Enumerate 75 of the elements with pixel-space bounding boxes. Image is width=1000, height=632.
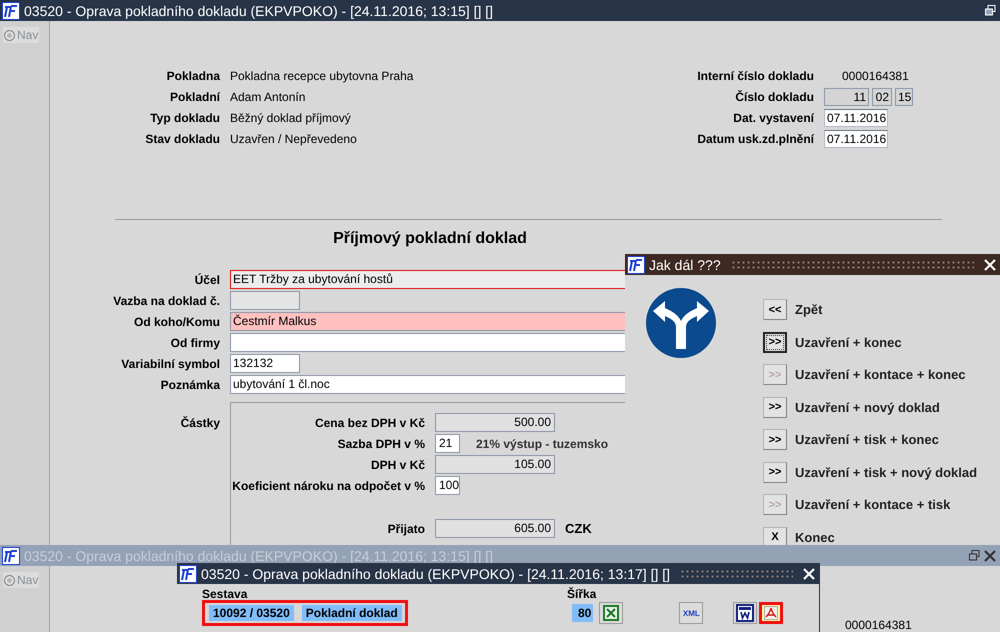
- field-label: Vazba na doklad č.: [112, 294, 220, 308]
- field-value: Běžný doklad příjmový: [230, 111, 352, 125]
- input-field[interactable]: [230, 291, 300, 310]
- field-label: Od koho/Komu: [133, 314, 220, 328]
- app-logo-icon: [627, 256, 645, 274]
- dialog-title: Jak dál ???: [649, 256, 721, 272]
- action-button[interactable]: >>: [763, 429, 787, 450]
- window-title: 03520 - Oprava pokladního dokladu (EKPVPOKO) - [24.11.2016; 13:15] [] []: [24, 2, 494, 18]
- table-cell: 80: [572, 604, 594, 622]
- field-label: Pokladna: [166, 69, 220, 83]
- number-field[interactable]: 02: [872, 88, 892, 106]
- field-label: Cena bez DPH v Kč: [314, 416, 425, 430]
- field-value: 0000164381: [841, 69, 909, 83]
- date-field[interactable]: 07.11.2016: [824, 109, 888, 127]
- export-button[interactable]: [733, 602, 758, 624]
- pdf-icon: [764, 606, 778, 620]
- table-cell: Pokladní doklad: [302, 605, 402, 621]
- window-title: 03520 - Oprava pokladního dokladu (EKPVPOKO) - [24.11.2016; 13:17] [] []: [201, 566, 670, 582]
- vat-note: 21% výstup - tuzemsko: [476, 436, 608, 450]
- amount-field[interactable]: 100: [435, 476, 460, 495]
- action-button[interactable]: >>: [763, 462, 787, 482]
- field-label: Poznámka: [160, 378, 220, 392]
- app-logo-icon: [2, 2, 20, 20]
- amount-field[interactable]: 21: [435, 434, 460, 453]
- action-label: Uzavření + konec: [795, 334, 902, 350]
- amount-field[interactable]: 500.00: [435, 413, 555, 432]
- field-label: Od firmy: [170, 336, 220, 350]
- field-value: Pokladna recepce ubytovna Praha: [230, 69, 414, 83]
- action-button[interactable]: <<: [763, 299, 787, 320]
- currency-label: CZK: [565, 521, 592, 536]
- action-label: Uzavření + tisk + konec: [795, 432, 939, 447]
- field-label: Účel: [194, 272, 220, 286]
- app-logo-icon: [179, 564, 197, 582]
- xml-label: XML: [682, 608, 700, 618]
- action-label: Uzavření + kontace + tisk: [795, 497, 950, 512]
- field-label: Stav dokladu: [144, 132, 220, 146]
- input-field[interactable]: 132132: [230, 354, 300, 373]
- form-title: Příjmový pokladní doklad: [332, 230, 528, 248]
- field-value: Adam Antonín: [230, 90, 306, 104]
- column-header: Sestava: [202, 587, 248, 601]
- action-button[interactable]: >>: [763, 396, 787, 418]
- xml-export-button[interactable]: XML: [679, 602, 704, 624]
- number-field[interactable]: 15: [895, 88, 913, 106]
- restore-icon[interactable]: [985, 5, 996, 16]
- action-label: Zpět: [795, 302, 822, 317]
- table-cell: 10092 / 03520: [209, 605, 294, 621]
- field-label: Pokladní: [168, 90, 220, 104]
- document-icon: [736, 604, 754, 622]
- field-value: 0000164381: [845, 618, 912, 632]
- spreadsheet-icon: [603, 605, 620, 621]
- action-button[interactable]: >>: [763, 332, 787, 352]
- field-label: Sazba DPH v %: [338, 436, 425, 450]
- number-field[interactable]: 11: [824, 88, 869, 106]
- action-label: Konec: [795, 530, 835, 544]
- field-label: Datum usk.zd.plnění: [696, 132, 814, 146]
- column-header: Šířka: [567, 587, 596, 601]
- app-logo-icon: [2, 546, 20, 564]
- field-label: Dat. vystavení: [732, 111, 814, 125]
- field-value: Uzavřen / Nepřevedeno: [230, 132, 358, 146]
- amount-field[interactable]: 105.00: [435, 455, 555, 474]
- field-label: Číslo dokladu: [734, 90, 814, 104]
- field-label: Přijato: [388, 522, 425, 536]
- amount-field[interactable]: 605.00: [435, 519, 555, 538]
- field-label: Variabilní symbol: [120, 356, 220, 370]
- fork-arrow-sign-icon: [645, 287, 717, 359]
- action-label: Uzavření + tisk + nový doklad: [795, 464, 978, 480]
- date-field[interactable]: 07.11.2016: [824, 130, 888, 148]
- action-label: Uzavření + nový doklad: [795, 400, 940, 414]
- field-label: Typ dokladu: [149, 111, 220, 125]
- field-label: Interní číslo dokladu: [696, 69, 814, 83]
- section-label: Částky: [180, 416, 220, 430]
- action-button[interactable]: X: [763, 526, 787, 545]
- action-label: Uzavření + kontace + konec: [795, 367, 966, 382]
- field-label: Koeficient nároku na odpočet v %: [232, 478, 425, 492]
- field-label: DPH v Kč: [370, 458, 425, 472]
